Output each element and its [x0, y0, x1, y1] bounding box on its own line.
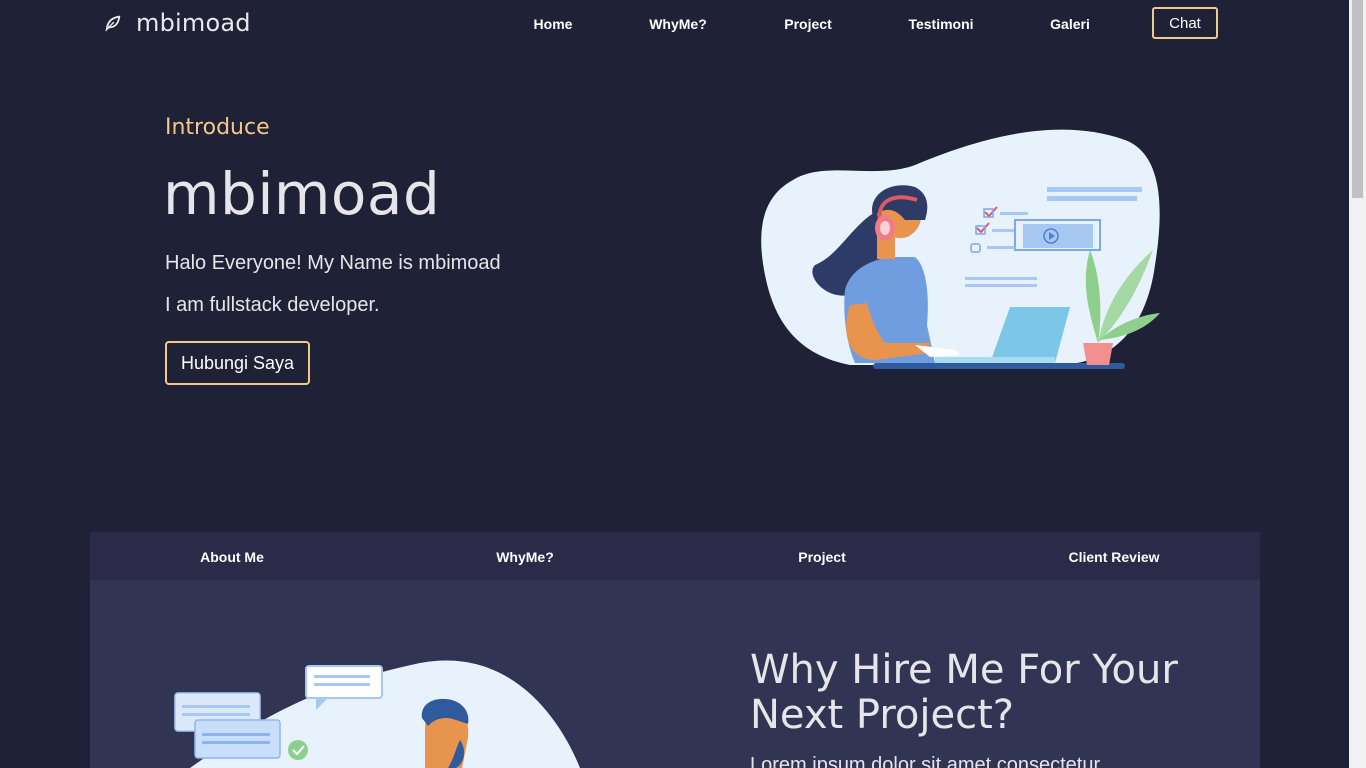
hero-role: I am fullstack developer. [165, 294, 380, 316]
page-scrollbar[interactable] [1349, 0, 1366, 768]
tab-about-me[interactable]: About Me [200, 549, 264, 565]
chat-button[interactable]: Chat [1152, 7, 1218, 39]
nav-link-home[interactable]: Home [534, 16, 573, 32]
brand[interactable]: mbimoad [104, 9, 251, 37]
nav-link-galeri[interactable]: Galeri [1050, 16, 1090, 32]
hero-greeting: Halo Everyone! My Name is mbimoad [165, 252, 501, 274]
section-tabs: About Me WhyMe? Project Client Review [90, 532, 1260, 580]
nav-link-project[interactable]: Project [784, 16, 831, 32]
intro-label: Introduce [165, 115, 270, 140]
leaf-icon [105, 15, 121, 32]
brand-name: mbimoad [136, 9, 251, 37]
why-text: Lorem ipsum dolor sit amet consectetur [750, 754, 1101, 768]
why-title: Why Hire Me For Your Next Project? [750, 647, 1178, 738]
developer-chat-illustration [174, 660, 580, 768]
tab-project[interactable]: Project [798, 549, 845, 565]
contact-button[interactable]: Hubungi Saya [165, 341, 310, 385]
why-panel: Why Hire Me For Your Next Project? Lorem… [90, 580, 1260, 768]
nav-link-whyme[interactable]: WhyMe? [649, 16, 707, 32]
hero-title: mbimoad [163, 160, 441, 228]
developer-with-headset-illustration [761, 129, 1160, 369]
nav-link-testimoni[interactable]: Testimoni [908, 16, 973, 32]
scrollbar-thumb[interactable] [1352, 0, 1363, 198]
tab-whyme[interactable]: WhyMe? [496, 549, 554, 565]
tab-client-review[interactable]: Client Review [1068, 549, 1159, 565]
